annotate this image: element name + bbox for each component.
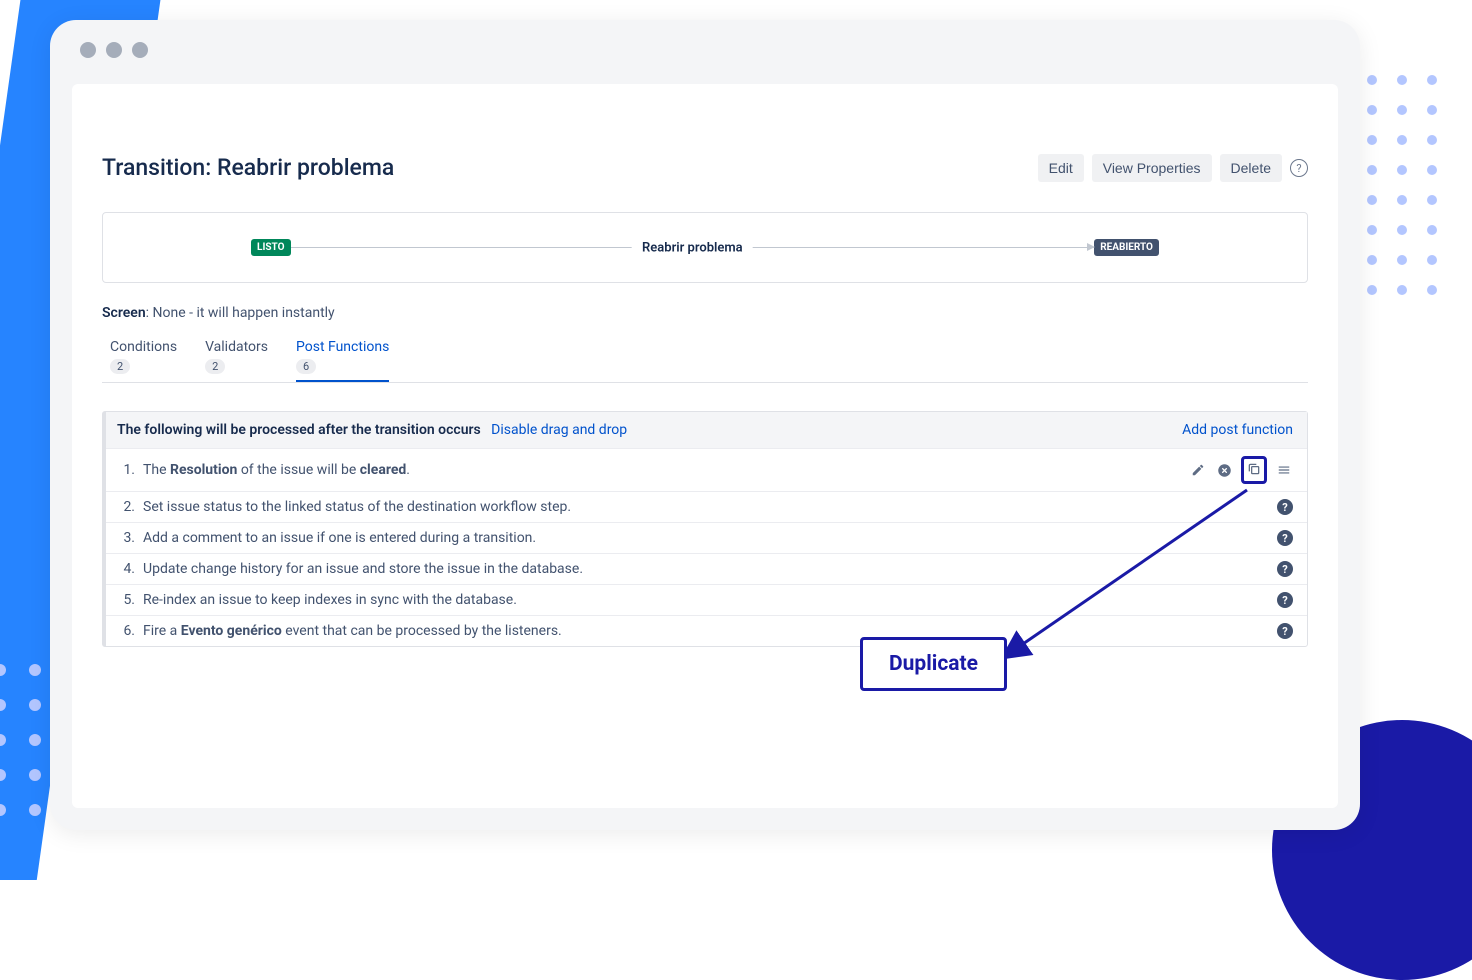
row-text: Update change history for an issue and s… <box>143 561 583 577</box>
tab-label: Conditions <box>110 339 177 355</box>
post-functions-panel: The following will be processed after th… <box>102 411 1308 647</box>
help-icon[interactable]: ? <box>1290 159 1308 177</box>
duplicate-icon[interactable] <box>1245 460 1263 478</box>
post-function-row: 6. Fire a Evento genérico event that can… <box>103 615 1307 646</box>
row-number: 6. <box>117 623 135 639</box>
row-text: Set issue status to the linked status of… <box>143 499 571 515</box>
page-title: Transition: Reabrir problema <box>102 154 394 181</box>
post-function-row: 4. Update change history for an issue an… <box>103 553 1307 584</box>
post-function-row: 5. Re-index an issue to keep indexes in … <box>103 584 1307 615</box>
tab-conditions[interactable]: Conditions 2 <box>110 339 177 382</box>
help-icon[interactable]: ? <box>1277 623 1293 639</box>
screen-value: : None - it will happen instantly <box>146 305 335 321</box>
tab-validators[interactable]: Validators 2 <box>205 339 268 382</box>
panel-header-text: The following will be processed after th… <box>117 422 481 438</box>
window-dot <box>106 42 122 58</box>
panel-header: The following will be processed after th… <box>103 412 1307 448</box>
duplicate-highlight <box>1241 456 1267 484</box>
edit-button[interactable]: Edit <box>1038 154 1084 182</box>
transition-diagram: LISTO Reabrir problema REABIERTO <box>102 212 1308 283</box>
from-status: LISTO <box>251 239 290 256</box>
tab-post-functions[interactable]: Post Functions 6 <box>296 339 389 382</box>
screen-info: Screen: None - it will happen instantly <box>102 305 1308 321</box>
window-controls <box>50 20 1360 58</box>
row-number: 5. <box>117 592 135 608</box>
post-function-row: 3. Add a comment to an issue if one is e… <box>103 522 1307 553</box>
row-number: 2. <box>117 499 135 515</box>
row-text: The Resolution of the issue will be clea… <box>143 462 410 478</box>
tab-count: 6 <box>296 359 316 374</box>
delete-icon[interactable] <box>1215 461 1233 479</box>
tab-label: Post Functions <box>296 339 389 355</box>
row-text: Add a comment to an issue if one is ente… <box>143 530 536 546</box>
row-number: 4. <box>117 561 135 577</box>
help-icon[interactable]: ? <box>1277 499 1293 515</box>
window-dot <box>80 42 96 58</box>
post-function-row: 2. Set issue status to the linked status… <box>103 491 1307 522</box>
drag-handle-icon[interactable] <box>1275 461 1293 479</box>
row-number: 3. <box>117 530 135 546</box>
row-text: Fire a Evento genérico event that can be… <box>143 623 562 639</box>
screen-label: Screen <box>102 305 146 321</box>
flow-arrow: Reabrir problema <box>291 247 1095 248</box>
view-properties-button[interactable]: View Properties <box>1092 154 1212 182</box>
delete-button[interactable]: Delete <box>1220 154 1282 182</box>
help-icon[interactable]: ? <box>1277 592 1293 608</box>
window-dot <box>132 42 148 58</box>
help-icon[interactable]: ? <box>1277 530 1293 546</box>
row-number: 1. <box>117 462 135 478</box>
annotation-duplicate: Duplicate <box>860 637 1007 691</box>
post-function-row: 1. The Resolution of the issue will be c… <box>103 448 1307 491</box>
row-text: Re-index an issue to keep indexes in syn… <box>143 592 517 608</box>
edit-icon[interactable] <box>1189 461 1207 479</box>
tab-count: 2 <box>110 359 130 374</box>
help-icon[interactable]: ? <box>1277 561 1293 577</box>
transition-name: Reabrir problema <box>632 240 753 255</box>
viewport: Transition: Reabrir problema Edit View P… <box>72 84 1338 808</box>
tab-label: Validators <box>205 339 268 355</box>
to-status: REABIERTO <box>1094 239 1159 256</box>
disable-drag-link[interactable]: Disable drag and drop <box>491 422 627 438</box>
add-post-function-link[interactable]: Add post function <box>1182 422 1293 438</box>
browser-window: Transition: Reabrir problema Edit View P… <box>50 20 1360 830</box>
tabs: Conditions 2 Validators 2 Post Functions… <box>102 339 1308 383</box>
tab-count: 2 <box>205 359 225 374</box>
